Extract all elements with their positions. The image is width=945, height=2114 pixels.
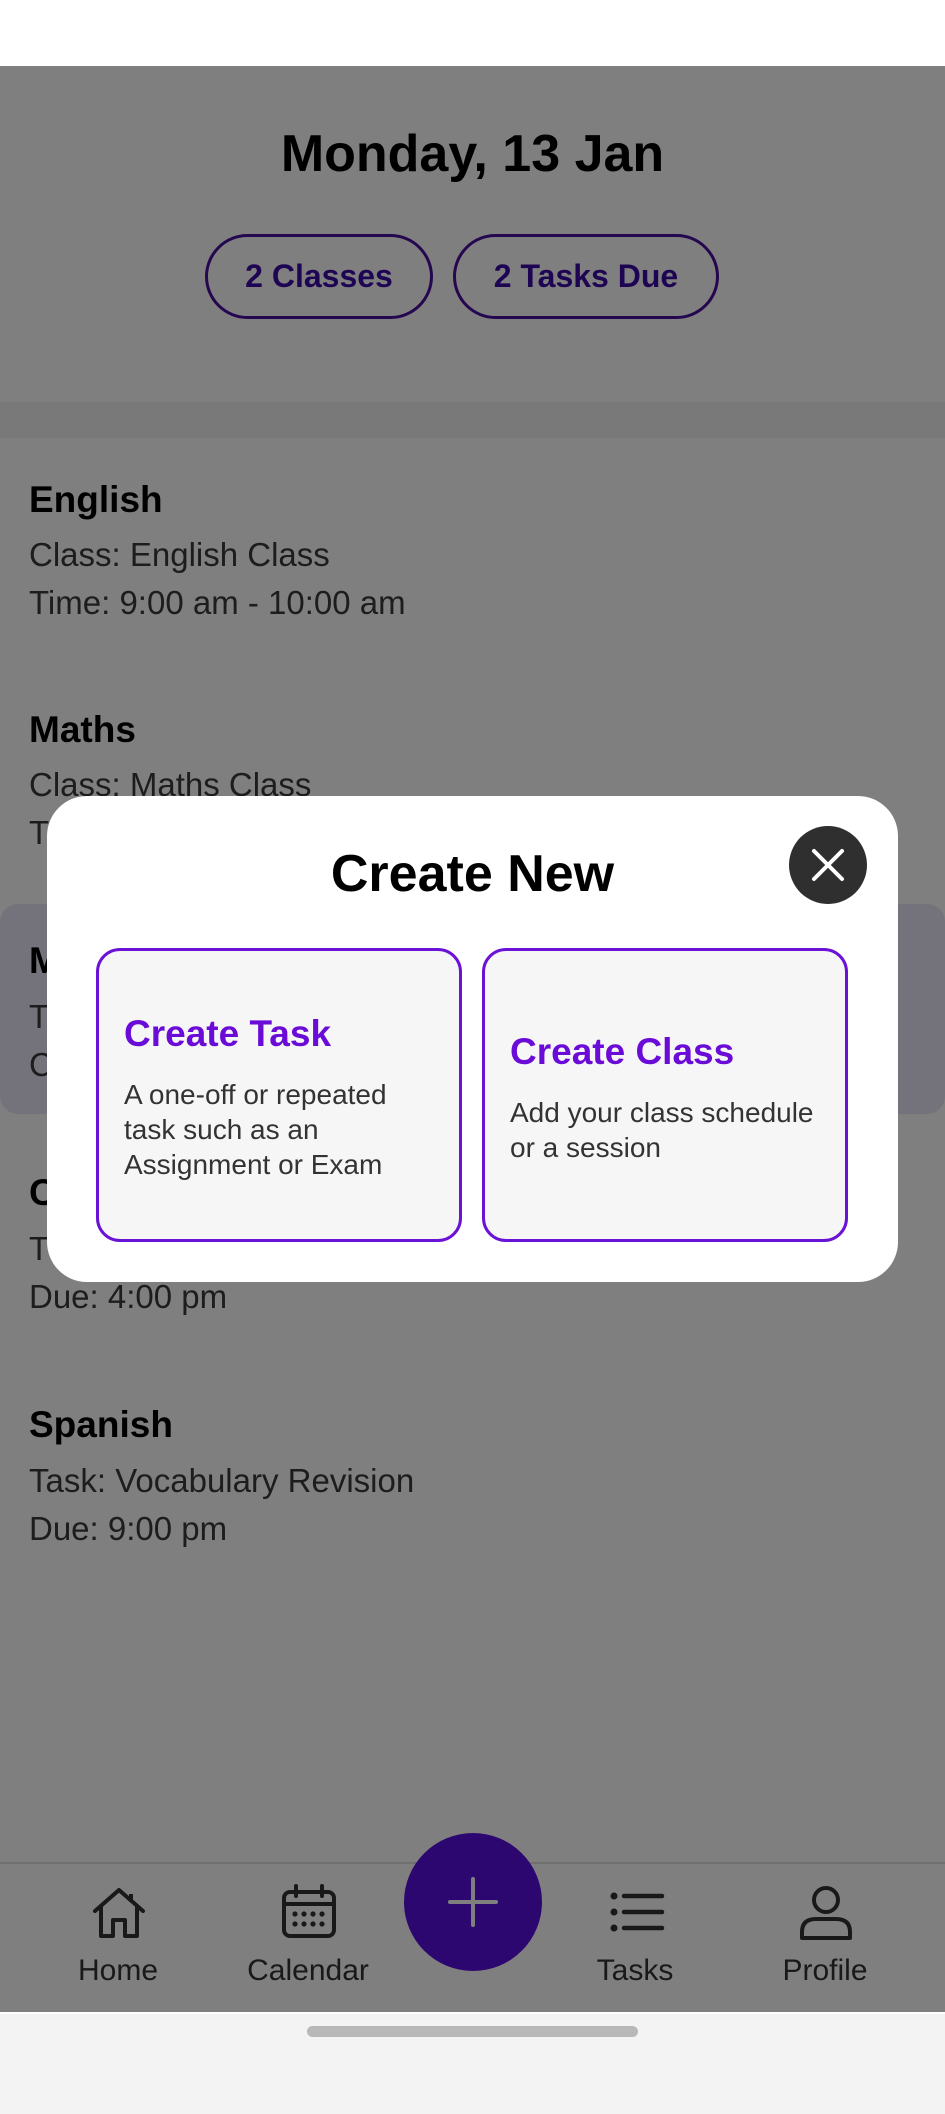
- close-icon: [812, 849, 844, 881]
- gesture-area: [0, 2078, 945, 2114]
- create-class-option[interactable]: Create Class Add your class schedule or …: [482, 948, 848, 1242]
- create-class-description: Add your class schedule or a session: [510, 1097, 814, 1163]
- create-task-option[interactable]: Create Task A one-off or repeated task s…: [96, 948, 462, 1242]
- home-indicator[interactable]: [307, 2026, 638, 2037]
- dialog-title: Create New: [330, 845, 615, 903]
- status-bar: [0, 0, 945, 66]
- close-button[interactable]: [789, 826, 867, 904]
- create-new-dialog: Create New Create Task A one-off or repe…: [47, 796, 898, 1282]
- create-class-title: Create Class: [510, 1031, 735, 1072]
- create-task-title: Create Task: [124, 1013, 332, 1054]
- create-task-description: A one-off or repeated task such as an As…: [124, 1079, 387, 1180]
